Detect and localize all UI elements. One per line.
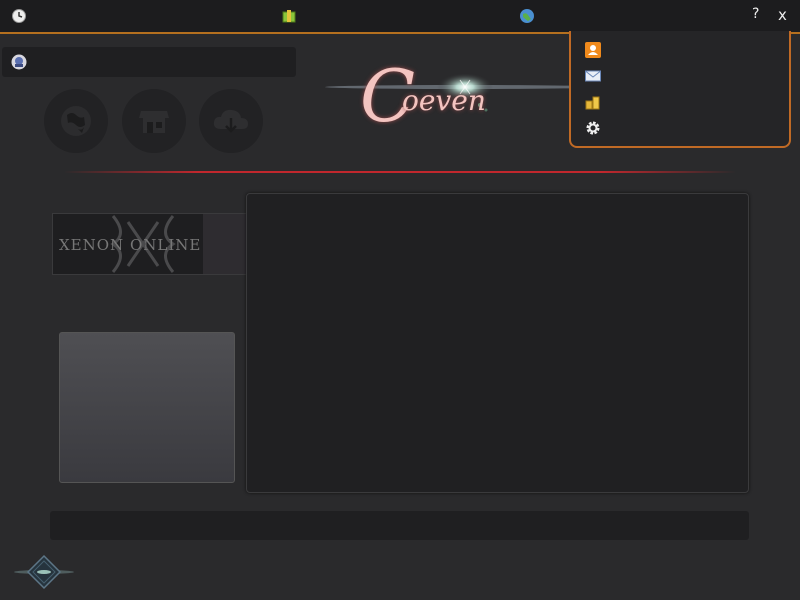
game-banner[interactable]: XENON ONLINE	[52, 213, 248, 275]
clock-icon[interactable]	[11, 8, 27, 24]
package-icon[interactable]	[281, 8, 297, 24]
news-panel	[246, 193, 749, 493]
coins-icon	[585, 94, 601, 110]
globe-icon	[61, 106, 91, 136]
user-avatar-icon[interactable]	[11, 54, 27, 74]
logo-text: oeven	[402, 84, 486, 117]
user-bar	[2, 47, 296, 77]
close-button[interactable]: x	[778, 6, 787, 24]
menu-item-profile[interactable]	[585, 39, 775, 61]
menu-item-settings[interactable]	[585, 117, 775, 139]
dropdown-menu	[569, 31, 791, 148]
globe-icon[interactable]	[519, 8, 535, 24]
menu-item-mail[interactable]	[585, 65, 775, 87]
mail-icon	[585, 68, 601, 84]
help-button[interactable]: ?	[752, 6, 759, 22]
shop-button[interactable]	[122, 89, 186, 153]
divider	[64, 171, 736, 173]
world-button[interactable]	[44, 89, 108, 153]
store-icon	[139, 111, 169, 133]
menu-item-coins[interactable]	[585, 91, 775, 113]
preview-panel	[59, 332, 235, 483]
profile-icon	[585, 42, 601, 58]
status-bar	[50, 511, 749, 540]
game-title: XENON ONLINE	[59, 236, 202, 254]
download-button[interactable]	[199, 89, 263, 153]
title-bar: ? x	[0, 0, 800, 34]
gear-icon	[585, 120, 601, 136]
start-button[interactable]	[12, 552, 76, 592]
cloud-download-icon	[213, 109, 248, 133]
